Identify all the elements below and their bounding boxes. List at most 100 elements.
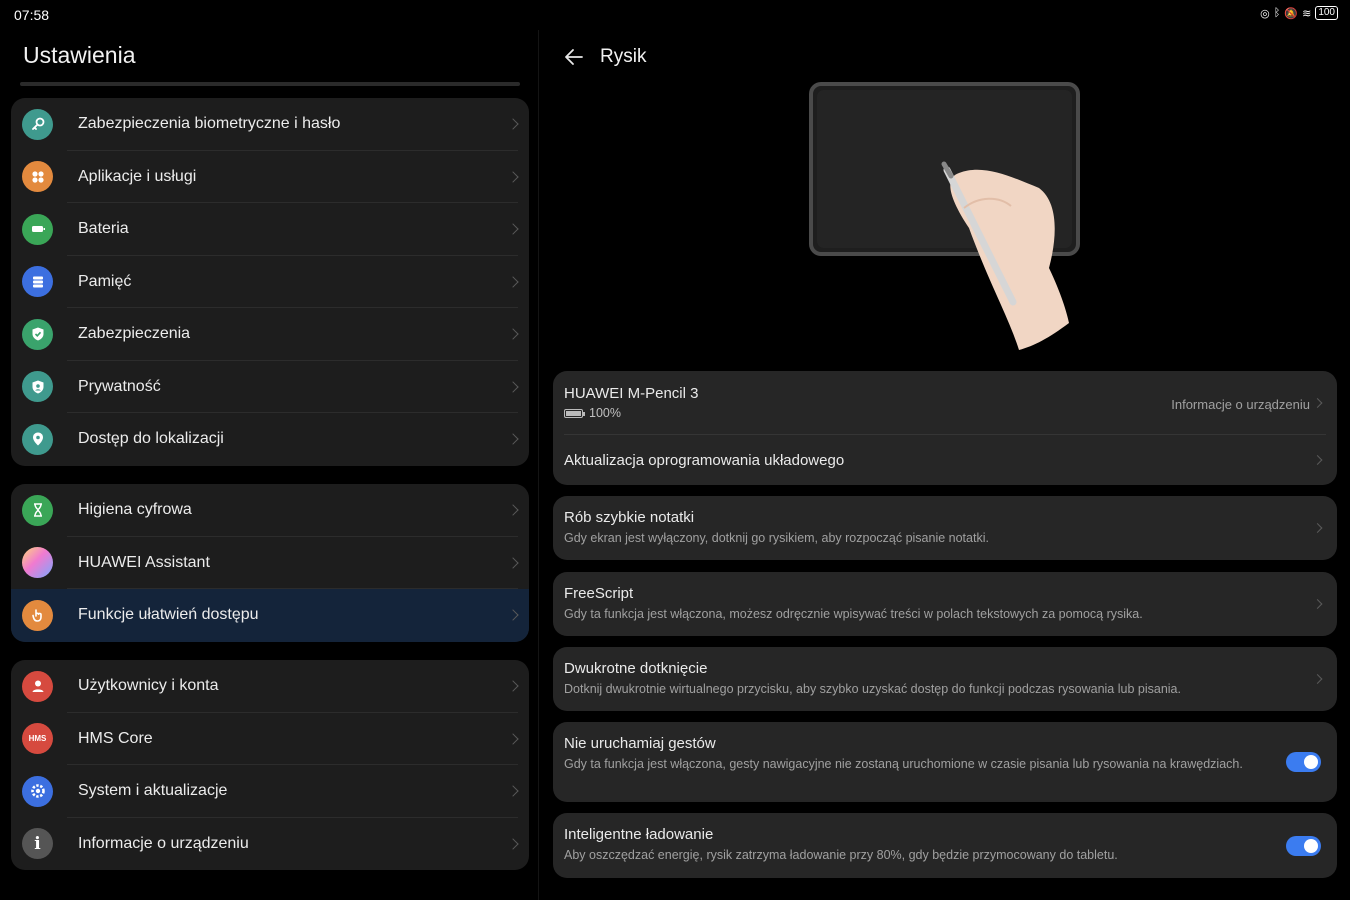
option-description: Aby oszczędzać energię, rysik zatrzyma ł…	[564, 848, 1118, 862]
sidebar-item-informacje-o-urządzeniu[interactable]: i Informacje o urządzeniu	[11, 818, 529, 871]
option-description: Gdy ekran jest wyłączony, dotknij go rys…	[564, 531, 989, 545]
mute-icon: 🔕	[1284, 7, 1299, 20]
device-card: HUAWEI M-Pencil 3 100% Informacje o urzą…	[553, 371, 1337, 485]
option-title: Rób szybkie notatki	[564, 509, 695, 526]
chevron-right-icon	[507, 609, 519, 621]
location-pin-icon	[22, 423, 53, 455]
sidebar-item-label: Informacje o urządzeniu	[78, 834, 249, 852]
status-time: 07:58	[14, 7, 50, 23]
bluetooth-icon: ᛒ	[1273, 7, 1281, 19]
firmware-update-label: Aktualizacja oprogramowania układowego	[564, 451, 845, 469]
info-icon: i	[22, 828, 53, 860]
sidebar-item-bateria[interactable]: Bateria	[11, 203, 529, 256]
option-card-rób-szybkie-notatki[interactable]: Rób szybkie notatki Gdy ekran jest wyłącz…	[553, 496, 1337, 560]
firmware-update-row[interactable]: Aktualizacja oprogramowania układowego	[553, 435, 1337, 485]
chevron-right-icon	[507, 433, 519, 445]
sidebar-item-label: Aplikacje i usługi	[78, 167, 197, 185]
sidebar-item-label: System i aktualizacje	[78, 782, 228, 800]
device-battery: 100%	[589, 406, 621, 420]
search-bar-edge[interactable]	[20, 82, 520, 86]
stylus-illustration	[809, 82, 1080, 350]
battery-icon	[22, 213, 53, 245]
sidebar-item-zabezpieczenia-biometryczne-i-hasło[interactable]: Zabezpieczenia biometryczne i hasło	[11, 98, 529, 151]
sidebar-item-zabezpieczenia[interactable]: Zabezpieczenia	[11, 308, 529, 361]
status-bar: 07:58 ◎ ᛒ 🔕 ≋ 100	[0, 0, 1350, 30]
sidebar-item-funkcje-ułatwień-dostępu[interactable]: Funkcje ułatwień dostępu	[11, 589, 529, 642]
option-title: Inteligentne ładowanie	[564, 826, 714, 843]
sidebar-item-label: Funkcje ułatwień dostępu	[78, 606, 259, 624]
sidebar-item-label: Bateria	[78, 220, 129, 238]
settings-group-1: Zabezpieczenia biometryczne i hasło Aplik…	[11, 98, 529, 466]
nfc-icon: ◎	[1260, 7, 1270, 20]
chevron-right-icon	[507, 557, 519, 569]
toggle-switch[interactable]	[1286, 835, 1321, 856]
wifi-icon: ≋	[1302, 7, 1312, 20]
sidebar-item-pamięć[interactable]: Pamięć	[11, 256, 529, 308]
sidebar-item-label: Użytkownicy i konta	[78, 677, 219, 695]
option-card-freescript[interactable]: FreeScript Gdy ta funkcja jest włączona, …	[553, 572, 1337, 636]
sidebar-item-aplikacje-i-usługi[interactable]: Aplikacje i usługi	[11, 151, 529, 203]
option-description: Dotknij dwukrotnie wirtualnego przycisku…	[564, 682, 1181, 696]
chevron-right-icon	[507, 785, 519, 797]
chevron-right-icon	[507, 328, 519, 340]
back-arrow-icon[interactable]	[563, 46, 585, 68]
key-icon	[22, 108, 53, 140]
sidebar-item-label: Higiena cyfrowa	[78, 501, 192, 519]
storage-icon	[22, 266, 53, 298]
sidebar-item-prywatność[interactable]: Prywatność	[11, 361, 529, 413]
sidebar-item-dostęp-do-lokalizacji[interactable]: Dostęp do lokalizacji	[11, 413, 529, 466]
option-card-dwukrotne-dotknięcie[interactable]: Dwukrotne dotknięcie Dotknij dwukrotnie w…	[553, 647, 1337, 711]
chevron-right-icon	[507, 171, 519, 183]
chevron-right-icon	[507, 680, 519, 692]
sidebar-item-użytkownicy-i-konta[interactable]: Użytkownicy i konta	[11, 660, 529, 713]
shield-check-icon	[22, 318, 53, 350]
chevron-right-icon	[507, 118, 519, 130]
assistant-icon	[22, 547, 53, 579]
sidebar-item-label: Zabezpieczenia biometryczne i hasło	[78, 115, 341, 133]
sidebar-item-hms-core[interactable]: HMS HMS Core	[11, 713, 529, 765]
device-info-link[interactable]: Informacje o urządzeniu	[1171, 397, 1310, 412]
privacy-shield-icon	[22, 371, 53, 403]
chevron-right-icon	[507, 223, 519, 235]
user-icon	[22, 670, 53, 702]
battery-icon: 100	[1315, 6, 1338, 20]
option-title: FreeScript	[564, 585, 634, 602]
hourglass-icon	[22, 494, 53, 526]
hand-icon	[22, 599, 53, 631]
chevron-right-icon	[507, 838, 519, 850]
sidebar-item-label: Prywatność	[78, 377, 161, 395]
option-title: Dwukrotne dotknięcie	[564, 660, 708, 677]
option-description: Gdy ta funkcja jest włączona, możesz odr…	[564, 607, 1143, 621]
hms-icon: HMS	[22, 723, 53, 755]
sidebar-item-label: Zabezpieczenia	[78, 325, 191, 343]
chevron-right-icon	[507, 381, 519, 393]
chevron-right-icon	[507, 276, 519, 288]
toggle-switch[interactable]	[1286, 752, 1321, 772]
page-title: Ustawienia	[23, 42, 136, 68]
chevron-right-icon	[507, 733, 519, 745]
sidebar-item-label: HUAWEI Assistant	[78, 553, 210, 571]
sidebar-item-system-i-aktualizacje[interactable]: System i aktualizacje	[11, 765, 529, 818]
option-card-nie-uruchamiaj-gestów[interactable]: Nie uruchamiaj gestów Gdy ta funkcja jest…	[553, 722, 1337, 802]
chevron-right-icon	[1312, 455, 1323, 465]
option-description: Gdy ta funkcja jest włączona, gesty nawi…	[564, 757, 1243, 771]
chevron-right-icon	[507, 504, 519, 516]
sidebar-item-huawei-assistant[interactable]: HUAWEI Assistant	[11, 537, 529, 589]
sidebar-item-label: HMS Core	[78, 729, 153, 747]
settings-list-pane: Ustawienia Zabezpieczenia biometryczne i…	[0, 30, 538, 900]
stylus-detail-pane: Rysik HUAWEI M-Pencil 3 100% Informacje …	[539, 30, 1350, 900]
sidebar-item-label: Dostęp do lokalizacji	[78, 430, 224, 448]
sidebar-item-higiena-cyfrowa[interactable]: Higiena cyfrowa	[11, 484, 529, 537]
detail-title: Rysik	[600, 46, 647, 67]
hms-badge-label: HMS	[28, 734, 47, 744]
status-icons: ◎ ᛒ 🔕 ≋ 100	[1260, 6, 1338, 20]
settings-group-2: Higiena cyfrowa HUAWEI Assistant Funkcje u…	[11, 484, 529, 642]
sidebar-item-label: Pamięć	[78, 272, 132, 290]
settings-group-3: Użytkownicy i konta HMS HMS Core System i a…	[11, 660, 529, 870]
gear-icon	[22, 775, 53, 807]
stylus-battery-icon	[564, 409, 585, 419]
apps-icon	[22, 161, 53, 193]
device-info-row[interactable]: HUAWEI M-Pencil 3 100% Informacje o urzą…	[553, 371, 1337, 435]
option-title: Nie uruchamiaj gestów	[564, 735, 716, 752]
option-card-inteligentne-ładowanie[interactable]: Inteligentne ładowanie Aby oszczędzać ene…	[553, 813, 1337, 878]
